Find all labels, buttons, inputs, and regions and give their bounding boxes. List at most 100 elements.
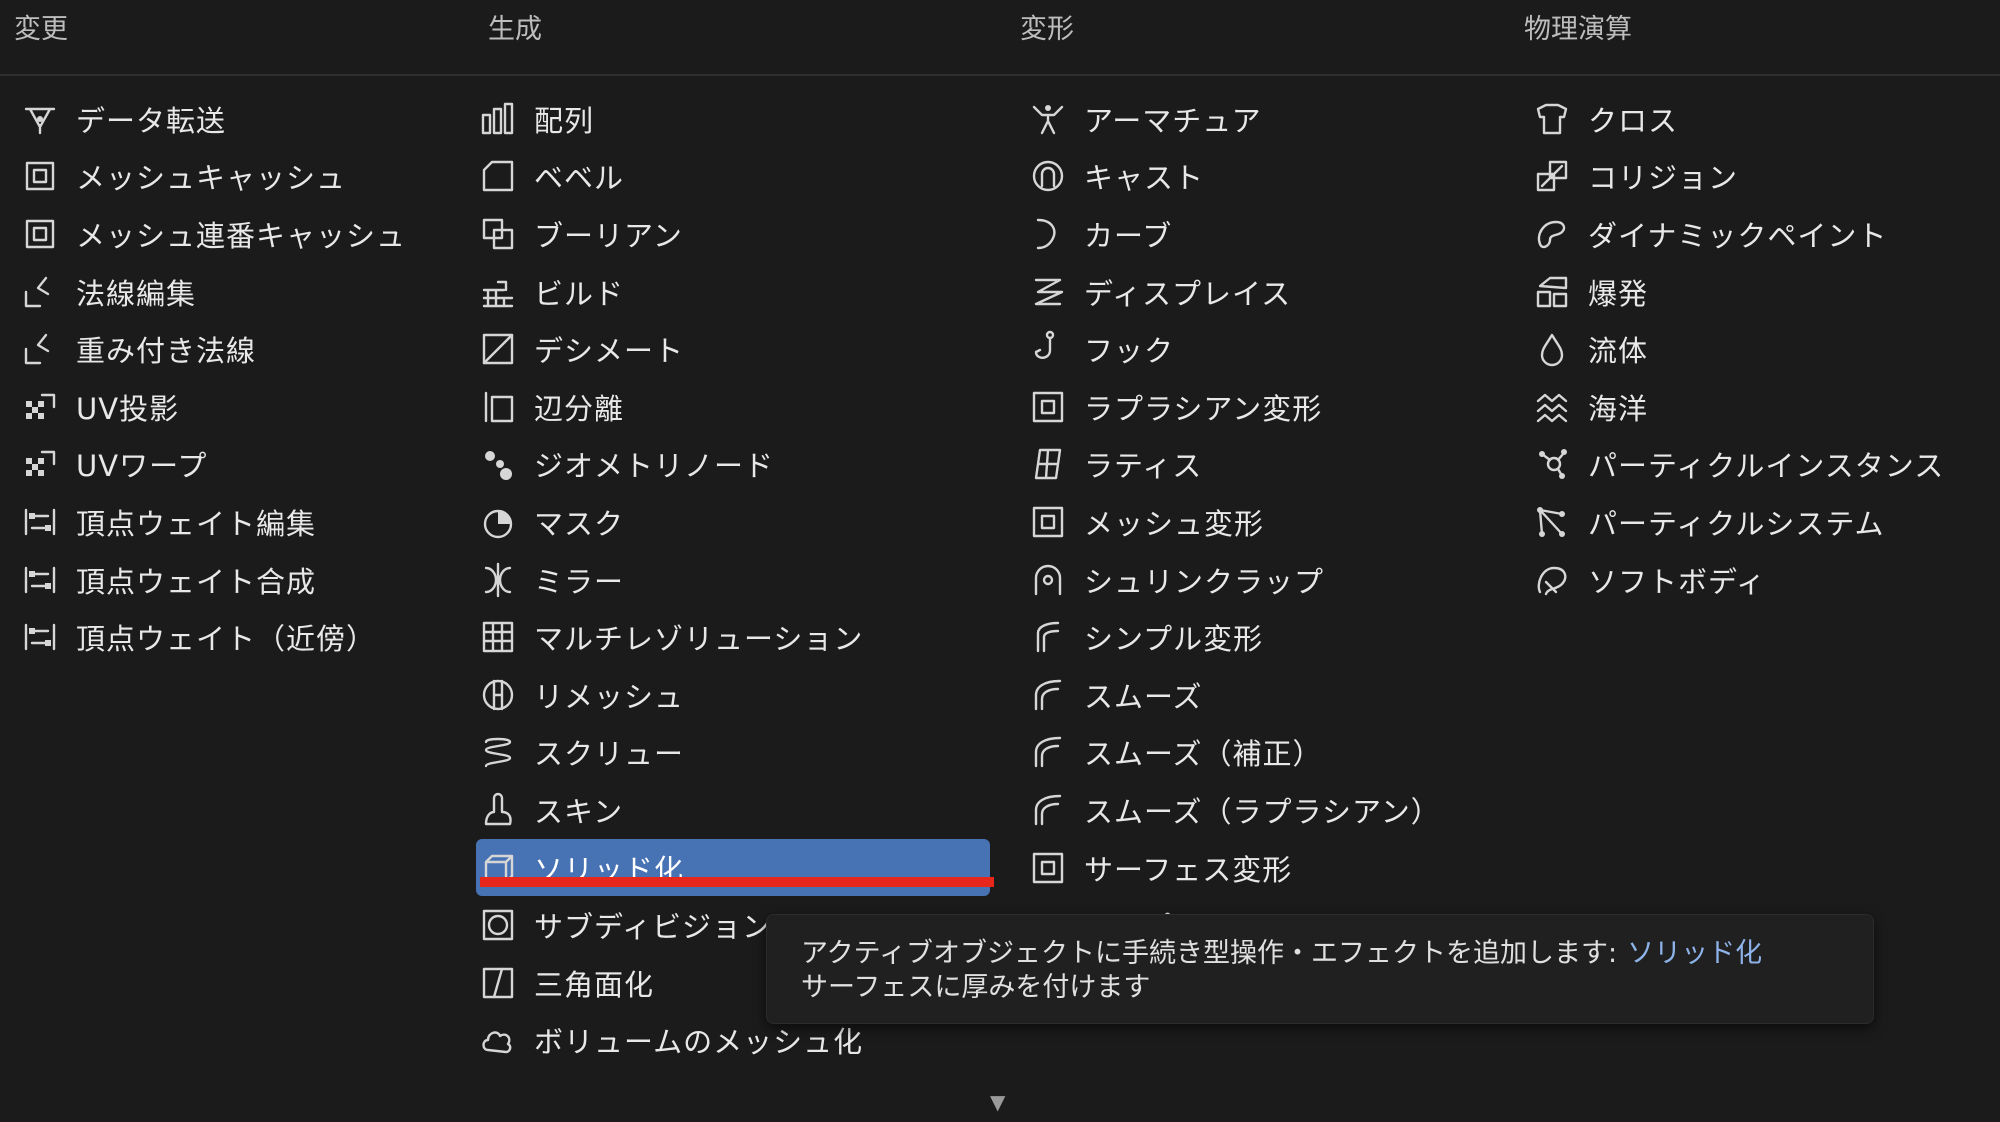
menu-item-multires[interactable]: マルチレゾリューション xyxy=(476,608,990,666)
menu-item-lattice[interactable]: ラティス xyxy=(1026,436,1506,494)
menu-item-label: メッシュキャッシュ xyxy=(76,161,347,196)
menu-item-label: シンプル変形 xyxy=(1084,622,1264,657)
menu-item-label: 配列 xyxy=(534,103,595,138)
menu-item-label: 頂点ウェイト合成 xyxy=(76,564,317,599)
menu-item-simple-deform[interactable]: シンプル変形 xyxy=(1026,608,1506,666)
dynamic-paint-icon xyxy=(1530,212,1574,256)
curve-icon xyxy=(1026,212,1070,256)
menu-item-boolean[interactable]: ブーリアン xyxy=(476,205,990,263)
menu-item-label: UV投影 xyxy=(76,391,180,426)
column-header-edit: 変更 xyxy=(14,14,68,45)
menu-item-particle-instance[interactable]: パーティクルインスタンス xyxy=(1530,436,1990,494)
menu-item-fluid[interactable]: 流体 xyxy=(1530,320,1990,378)
menu-item-label: ベベル xyxy=(534,161,625,196)
menu-item-label: メッシュ変形 xyxy=(1084,506,1265,541)
menu-item-laplacian-deform[interactable]: ラプラシアン変形 xyxy=(1026,378,1506,436)
menu-item-displace[interactable]: ディスプレイス xyxy=(1026,263,1506,321)
particle-instance-icon xyxy=(1530,442,1574,486)
menu-item-remesh[interactable]: リメッシュ xyxy=(476,666,990,724)
shrinkwrap-icon xyxy=(1026,558,1070,602)
menu-item-curve[interactable]: カーブ xyxy=(1026,205,1506,263)
menu-item-edge-split[interactable]: 辺分離 xyxy=(476,378,990,436)
normal-edit-icon xyxy=(18,270,62,314)
boolean-icon xyxy=(476,212,520,256)
menu-item-surface-deform[interactable]: サーフェス変形 xyxy=(1026,839,1506,897)
menu-item-label: クロス xyxy=(1588,103,1679,138)
menu-item-ocean[interactable]: 海洋 xyxy=(1530,378,1990,436)
tooltip: アクティブオブジェクトに手続き型操作・エフェクトを追加します: ソリッド化 サーフ… xyxy=(766,914,1874,1024)
menu-item-label: UVワープ xyxy=(76,449,208,484)
menu-item-screw[interactable]: スクリュー xyxy=(476,724,990,782)
menu-item-label: ディスプレイス xyxy=(1084,276,1292,311)
menu-item-array[interactable]: 配列 xyxy=(476,90,990,148)
menu-item-smooth[interactable]: スムーズ xyxy=(1026,666,1506,724)
menu-item-label: スクリュー xyxy=(534,737,685,772)
menu-item-vertex-weight-mix[interactable]: 頂点ウェイト合成 xyxy=(18,551,458,609)
data-transfer-icon xyxy=(18,97,62,141)
menu-item-data-transfer[interactable]: データ転送 xyxy=(18,90,458,148)
triangulate-icon xyxy=(476,961,520,1005)
menu-item-label: マルチレゾリューション xyxy=(534,622,864,657)
menu-item-decimate[interactable]: デシメート xyxy=(476,320,990,378)
menu-item-collision[interactable]: コリジョン xyxy=(1530,148,1990,206)
menu-item-uv-project[interactable]: UV投影 xyxy=(18,378,458,436)
menu-item-cast[interactable]: キャスト xyxy=(1026,148,1506,206)
build-icon xyxy=(476,270,520,314)
menu-item-label: スキン xyxy=(534,794,624,829)
menu-item-bevel[interactable]: ベベル xyxy=(476,148,990,206)
menu-item-vertex-weight-proximity[interactable]: 頂点ウェイト（近傍） xyxy=(18,608,458,666)
laplacian-deform-icon xyxy=(1026,385,1070,429)
menu-item-smooth-corrective[interactable]: スムーズ（補正） xyxy=(1026,724,1506,782)
menu-item-mask[interactable]: マスク xyxy=(476,493,990,551)
column-edit: データ転送メッシュキャッシュメッシュ連番キャッシュ 法線編集 重み付き法線 UV投影 U… xyxy=(18,90,458,666)
menu-item-mesh-cache[interactable]: メッシュキャッシュ xyxy=(18,148,458,206)
ocean-icon xyxy=(1530,385,1574,429)
cast-icon xyxy=(1026,154,1070,198)
menu-item-label: シュリンクラップ xyxy=(1084,564,1325,599)
menu-item-mirror[interactable]: ミラー xyxy=(476,551,990,609)
column-header-physics: 物理演算 xyxy=(1524,14,1632,45)
remesh-icon xyxy=(476,673,520,717)
menu-item-hook[interactable]: フック xyxy=(1026,320,1506,378)
menu-item-label: ビルド xyxy=(534,276,625,311)
tooltip-description: アクティブオブジェクトに手続き型操作・エフェクトを追加します: xyxy=(801,938,1618,969)
column-deform: アーマチュア キャスト カーブディスプレイスフックラプラシアン変形ラティスメッシュ変… xyxy=(1026,90,1506,954)
menu-item-explode[interactable]: 爆発 xyxy=(1530,263,1990,321)
menu-item-geometry-nodes[interactable]: ジオメトリノード xyxy=(476,436,990,494)
menu-item-label: ラプラシアン変形 xyxy=(1084,391,1323,426)
menu-item-label: 爆発 xyxy=(1588,276,1649,311)
menu-item-armature[interactable]: アーマチュア xyxy=(1026,90,1506,148)
geometry-nodes-icon xyxy=(476,442,520,486)
menu-item-uv-warp[interactable]: UVワープ xyxy=(18,436,458,494)
menu-item-mesh-sequence-cache[interactable]: メッシュ連番キャッシュ xyxy=(18,205,458,263)
volume-to-mesh-icon xyxy=(476,1018,520,1062)
smooth-icon xyxy=(1026,673,1070,717)
menu-item-skin[interactable]: スキン xyxy=(476,781,990,839)
tooltip-line-1: アクティブオブジェクトに手続き型操作・エフェクトを追加します: ソリッド化 xyxy=(801,937,1839,971)
menu-item-dynamic-paint[interactable]: ダイナミックペイント xyxy=(1530,205,1990,263)
menu-item-label: リメッシュ xyxy=(534,679,685,714)
menu-item-build[interactable]: ビルド xyxy=(476,263,990,321)
vertex-weight-edit-icon xyxy=(18,500,62,544)
mesh-deform-icon xyxy=(1026,500,1070,544)
menu-item-label: ボリュームのメッシュ化 xyxy=(534,1025,864,1060)
menu-item-particle-system[interactable]: パーティクルシステム xyxy=(1530,493,1990,551)
scroll-down-icon[interactable]: ▼ xyxy=(990,1090,1005,1114)
menu-item-solidify[interactable]: ソリッド化 xyxy=(476,838,990,897)
menu-item-shrinkwrap[interactable]: シュリンクラップ xyxy=(1026,551,1506,609)
menu-item-vertex-weight-edit[interactable]: 頂点ウェイト編集 xyxy=(18,493,458,551)
menu-item-cloth[interactable]: クロス xyxy=(1530,90,1990,148)
menu-item-normal-edit[interactable]: 法線編集 xyxy=(18,263,458,321)
menu-item-label: パーティクルシステム xyxy=(1588,506,1885,541)
menu-item-soft-body[interactable]: ソフトボディ xyxy=(1530,551,1990,609)
menu-item-weighted-normal[interactable]: 重み付き法線 xyxy=(18,320,458,378)
menu-item-mesh-deform[interactable]: メッシュ変形 xyxy=(1026,493,1506,551)
weighted-normal-icon xyxy=(18,327,62,371)
column-header-generate: 生成 xyxy=(488,14,542,45)
menu-item-label: 三角面化 xyxy=(534,967,655,1002)
soft-body-icon xyxy=(1530,558,1574,602)
add-modifier-menu: 変更 生成 変形 物理演算 データ転送 メッシュキャッシュ メッシュ連番キャッシュ法… xyxy=(0,0,2000,1122)
menu-item-smooth-laplacian[interactable]: スムーズ（ラプラシアン） xyxy=(1026,781,1506,839)
mirror-icon xyxy=(476,558,520,602)
annotation-underline xyxy=(480,877,994,887)
